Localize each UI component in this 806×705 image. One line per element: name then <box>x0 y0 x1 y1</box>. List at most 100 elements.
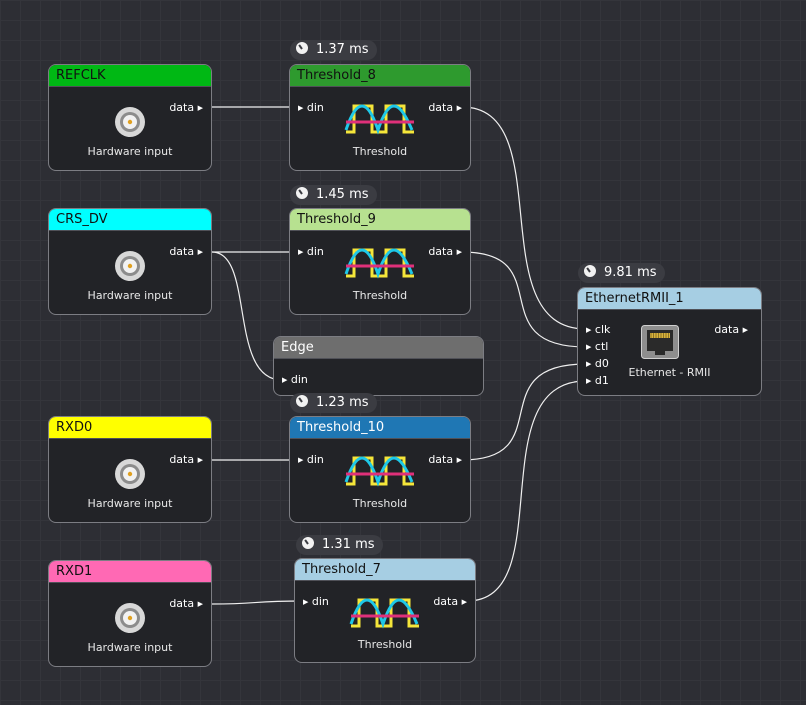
output-port-data[interactable]: data ▶ <box>714 323 748 336</box>
threshold-waveform-icon <box>349 598 419 629</box>
port-arrow-icon: ▶ <box>586 343 592 351</box>
output-port-data[interactable]: data ▶ <box>169 245 203 258</box>
input-port-din[interactable]: ▶ din <box>298 453 324 466</box>
port-arrow-icon: ▶ <box>742 326 748 334</box>
node-title[interactable]: RXD1 <box>49 561 211 583</box>
clock-icon <box>296 395 308 407</box>
port-arrow-icon: ▶ <box>197 600 203 608</box>
timing-value: 9.81 ms <box>604 265 657 280</box>
output-port-data[interactable]: data ▶ <box>433 595 467 608</box>
clock-icon <box>584 265 596 277</box>
port-arrow-icon: ▶ <box>197 248 203 256</box>
output-port-data[interactable]: data ▶ <box>428 245 462 258</box>
node-type-label: Hardware input <box>87 641 173 654</box>
node-type-label: Hardware input <box>87 145 173 158</box>
node-title[interactable]: REFCLK <box>49 65 211 87</box>
port-arrow-icon: ▶ <box>282 376 288 384</box>
node-ethernet-rmii[interactable]: EthernetRMII_1 ▶ clk ▶ ctl ▶ d0 ▶ d1 dat… <box>577 287 762 396</box>
timing-badge: 9.81 ms <box>578 263 665 283</box>
port-arrow-icon: ▶ <box>197 104 203 112</box>
node-type-label: Ethernet - RMII <box>628 366 711 379</box>
bnc-connector-icon <box>115 107 145 137</box>
node-type-label: Hardware input <box>87 289 173 302</box>
node-title[interactable]: CRS_DV <box>49 209 211 231</box>
node-threshold-7[interactable]: Threshold_7 ▶ din data ▶ Threshold <box>294 558 476 663</box>
input-port-din[interactable]: ▶ din <box>303 595 329 608</box>
node-threshold-9[interactable]: Threshold_9 ▶ din data ▶ Threshold <box>289 208 471 315</box>
node-type-label: Threshold <box>352 497 408 510</box>
node-title[interactable]: Threshold_7 <box>295 559 475 581</box>
node-edge[interactable]: Edge ▶ din <box>273 336 484 396</box>
port-label: din <box>306 453 324 466</box>
node-rxd1[interactable]: RXD1 data ▶ Hardware input <box>48 560 212 667</box>
port-arrow-icon: ▶ <box>298 104 304 112</box>
threshold-waveform-icon <box>344 248 414 279</box>
output-port-data[interactable]: data ▶ <box>169 101 203 114</box>
node-title[interactable]: Edge <box>274 337 483 359</box>
port-label: data <box>428 453 454 466</box>
port-arrow-icon: ▶ <box>456 456 462 464</box>
node-rxd0[interactable]: RXD0 data ▶ Hardware input <box>48 416 212 523</box>
port-label: din <box>306 101 324 114</box>
wire-threshold8-to-clk[interactable] <box>461 106 587 330</box>
wire-threshold7-to-d1[interactable] <box>466 380 587 602</box>
input-port-ctl[interactable]: ▶ ctl <box>586 340 608 353</box>
output-port-data[interactable]: data ▶ <box>169 453 203 466</box>
node-type-label: Threshold <box>352 289 408 302</box>
port-arrow-icon: ▶ <box>303 598 309 606</box>
port-arrow-icon: ▶ <box>298 456 304 464</box>
output-port-data[interactable]: data ▶ <box>169 597 203 610</box>
port-label: clk <box>594 323 611 336</box>
timing-value: 1.23 ms <box>316 395 369 410</box>
node-threshold-8[interactable]: Threshold_8 ▶ din data ▶ Threshold <box>289 64 471 171</box>
output-port-data[interactable]: data ▶ <box>428 101 462 114</box>
bnc-connector-icon <box>115 459 145 489</box>
timing-badge: 1.37 ms <box>290 40 377 60</box>
port-arrow-icon: ▶ <box>461 598 467 606</box>
port-label: data <box>169 597 195 610</box>
input-port-clk[interactable]: ▶ clk <box>586 323 610 336</box>
node-threshold-10[interactable]: Threshold_10 ▶ din data ▶ Threshold <box>289 416 471 523</box>
node-title[interactable]: EthernetRMII_1 <box>578 288 761 310</box>
input-port-din[interactable]: ▶ din <box>298 245 324 258</box>
port-arrow-icon: ▶ <box>298 248 304 256</box>
wire-rxd1-to-threshold7[interactable] <box>211 600 305 605</box>
node-title[interactable]: Threshold_9 <box>290 209 470 231</box>
timing-badge: 1.23 ms <box>290 393 377 413</box>
input-port-din[interactable]: ▶ din <box>298 101 324 114</box>
port-label: ctl <box>594 340 609 353</box>
timing-value: 1.37 ms <box>316 42 369 57</box>
timing-value: 1.31 ms <box>322 537 375 552</box>
output-port-data[interactable]: data ▶ <box>428 453 462 466</box>
bnc-connector-icon <box>115 603 145 633</box>
port-arrow-icon: ▶ <box>456 104 462 112</box>
timing-value: 1.45 ms <box>316 187 369 202</box>
node-refclk[interactable]: REFCLK data ▶ Hardware input <box>48 64 212 171</box>
wire-threshold9-to-ctl[interactable] <box>461 251 587 348</box>
port-arrow-icon: ▶ <box>586 326 592 334</box>
input-port-din[interactable]: ▶ din <box>282 373 308 386</box>
port-label: data <box>428 101 454 114</box>
node-type-label: Threshold <box>357 638 413 651</box>
clock-icon <box>296 42 308 54</box>
wire-crsdv-to-edge[interactable] <box>211 251 283 381</box>
port-label: din <box>311 595 329 608</box>
port-label: data <box>169 101 195 114</box>
bnc-connector-icon <box>115 251 145 281</box>
node-title[interactable]: Threshold_10 <box>290 417 470 439</box>
port-arrow-icon: ▶ <box>456 248 462 256</box>
port-label: data <box>428 245 454 258</box>
port-label: data <box>169 453 195 466</box>
rj45-port-icon <box>641 325 679 359</box>
threshold-waveform-icon <box>344 104 414 135</box>
port-label: data <box>433 595 459 608</box>
node-title[interactable]: RXD0 <box>49 417 211 439</box>
node-type-label: Threshold <box>352 145 408 158</box>
timing-badge: 1.45 ms <box>290 185 377 205</box>
port-arrow-icon: ▶ <box>197 456 203 464</box>
port-label: data <box>169 245 195 258</box>
node-title[interactable]: Threshold_8 <box>290 65 470 87</box>
node-crs-dv[interactable]: CRS_DV data ▶ Hardware input <box>48 208 212 315</box>
clock-icon <box>302 537 314 549</box>
port-label: din <box>306 245 324 258</box>
